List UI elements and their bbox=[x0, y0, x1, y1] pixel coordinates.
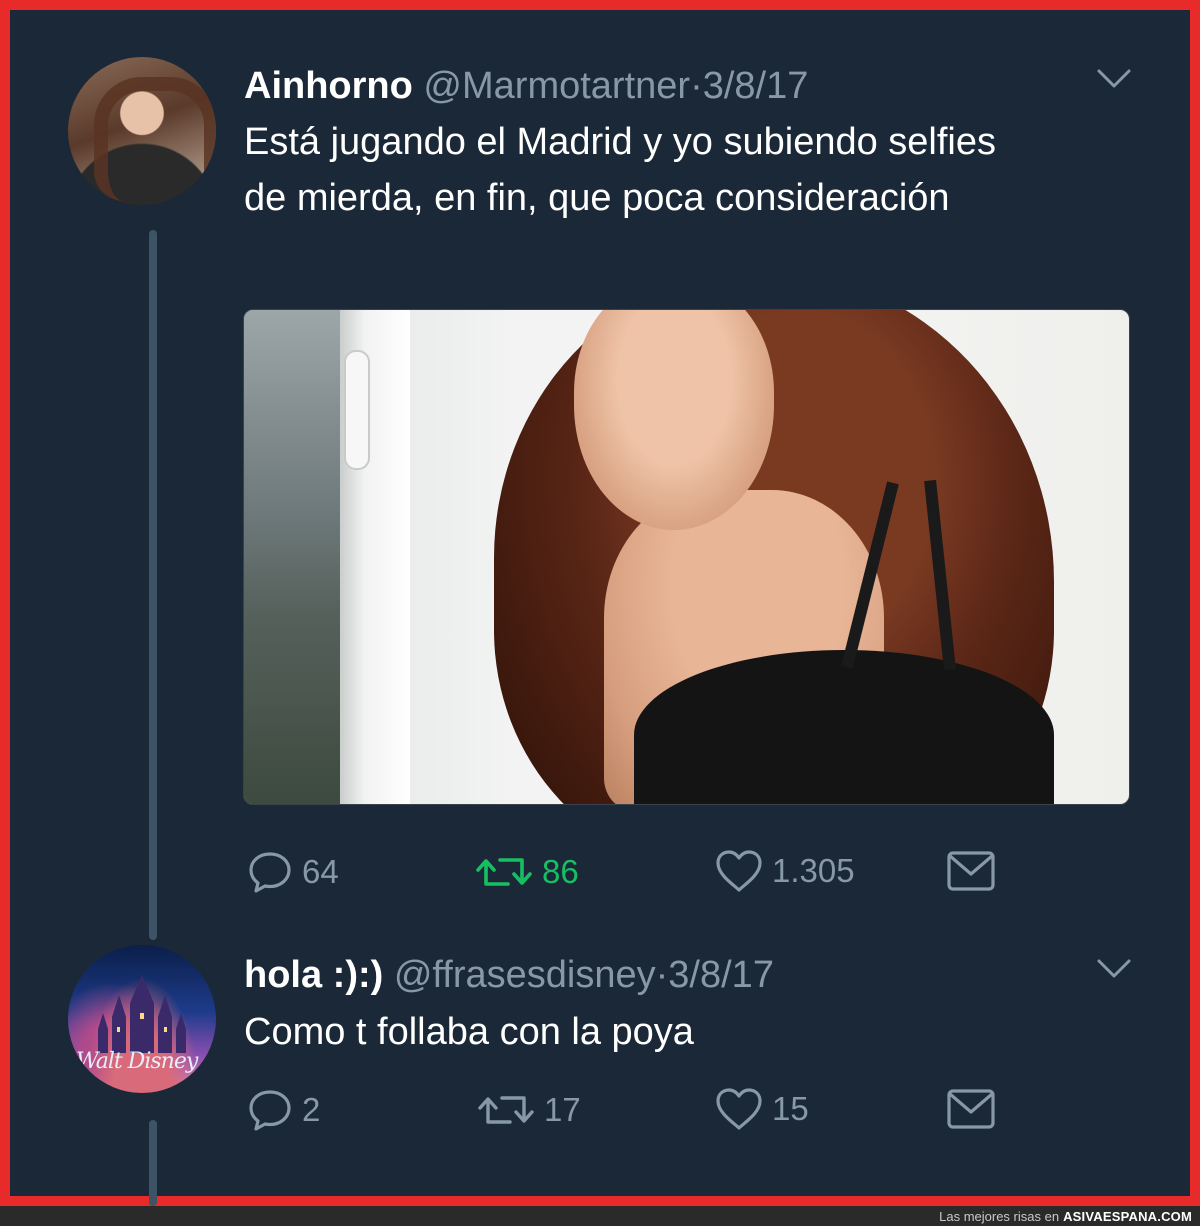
tweet-header: Ainhorno @Marmotartner·3/8/17 bbox=[244, 67, 808, 105]
reply-icon bbox=[249, 852, 291, 893]
tweet-text: Como t follaba con la poya bbox=[244, 1011, 694, 1053]
footer-brand-link[interactable]: ASIVAESPANA.COM bbox=[1063, 1209, 1192, 1224]
user-handle[interactable]: @Marmotartner bbox=[423, 65, 690, 107]
reply-button[interactable]: 64 bbox=[246, 848, 339, 896]
reply-count: 2 bbox=[302, 1091, 321, 1128]
thread-line bbox=[149, 1120, 157, 1206]
retweet-count: 86 bbox=[542, 853, 579, 890]
heart-icon bbox=[716, 850, 762, 892]
direct-message-button[interactable] bbox=[946, 850, 996, 892]
user-handle[interactable]: @ffrasesdisney bbox=[394, 954, 656, 996]
chevron-down-icon[interactable] bbox=[1096, 68, 1132, 90]
retweet-icon bbox=[476, 858, 532, 886]
direct-message-button[interactable] bbox=[946, 1088, 996, 1130]
screenshot-frame: Ainhorno @Marmotartner·3/8/17 Está jugan… bbox=[0, 0, 1200, 1206]
like-count: 15 bbox=[772, 1090, 809, 1127]
avatar[interactable]: Walt Disney bbox=[68, 945, 216, 1093]
mail-icon bbox=[947, 851, 995, 891]
separator: · bbox=[690, 65, 703, 107]
tweet-date[interactable]: 3/8/17 bbox=[703, 65, 809, 107]
footer-prefix: Las mejores risas en bbox=[939, 1208, 1060, 1224]
thread-line bbox=[149, 230, 157, 940]
avatar[interactable] bbox=[68, 57, 216, 205]
retweet-count: 17 bbox=[544, 1091, 581, 1128]
disney-logo-text: Walt Disney bbox=[76, 1049, 198, 1074]
tweet-media-photo[interactable] bbox=[243, 309, 1130, 805]
disney-castle-logo bbox=[98, 975, 186, 1053]
tweet-header: hola :):) @ffrasesdisney·3/8/17 bbox=[244, 956, 774, 994]
mail-icon bbox=[947, 1089, 995, 1129]
tweet-text: Está jugando el Madrid y yo subiendo sel… bbox=[244, 121, 997, 219]
retweet-button[interactable]: 86 bbox=[474, 848, 579, 896]
reply-button[interactable]: 2 bbox=[246, 1086, 320, 1134]
like-button[interactable]: 15 bbox=[714, 1086, 809, 1132]
heart-icon bbox=[716, 1088, 762, 1130]
display-name[interactable]: hola :):) bbox=[244, 954, 383, 996]
reply-icon bbox=[249, 1090, 291, 1131]
retweet-button[interactable]: 17 bbox=[476, 1086, 581, 1134]
like-button[interactable]: 1.305 bbox=[714, 848, 855, 894]
site-footer: Las mejores risas en ASIVAESPANA.COM bbox=[0, 1206, 1200, 1226]
reply-count: 64 bbox=[302, 853, 339, 890]
like-count: 1.305 bbox=[772, 852, 855, 889]
display-name[interactable]: Ainhorno bbox=[244, 65, 413, 107]
tweet-date[interactable]: 3/8/17 bbox=[668, 954, 774, 996]
separator: · bbox=[655, 954, 669, 996]
chevron-down-icon[interactable] bbox=[1096, 958, 1132, 980]
retweet-icon bbox=[478, 1096, 534, 1124]
